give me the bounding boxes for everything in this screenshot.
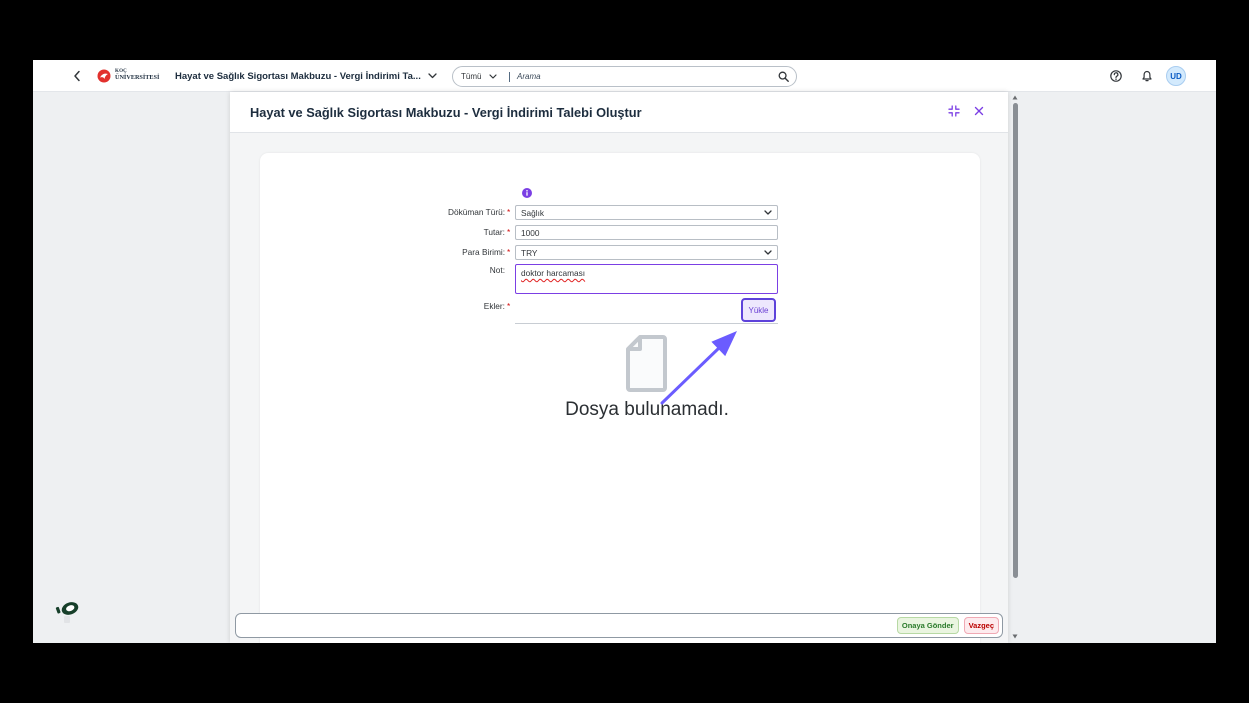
chevron-down-icon — [428, 73, 437, 79]
search-field: Tümü Arama — [452, 66, 797, 87]
search-icon[interactable] — [778, 71, 789, 82]
note-text: doktor harcaması — [521, 268, 586, 278]
scrollbar-thumb[interactable] — [1012, 103, 1018, 578]
back-button[interactable] — [70, 68, 84, 84]
dialog-title: Hayat ve Sağlık Sigortası Makbuzu - Verg… — [250, 104, 642, 120]
app-title-menu[interactable]: Hayat ve Sağlık Sigortası Makbuzu - Verg… — [175, 60, 437, 92]
note-label-text: Not: — [489, 265, 505, 275]
chevron-left-icon — [74, 70, 80, 82]
info-icon[interactable] — [522, 188, 532, 198]
university-logo-text: KOÇ ÜNİVERSİTESİ — [115, 69, 167, 81]
required-asterisk: * — [507, 227, 511, 237]
form-card: Döküman Türü:* Sağlık Tutar:* Para Birim… — [260, 153, 980, 643]
dialog-footer: Onaya Gönder Vazgeç — [235, 613, 1003, 638]
help-icon[interactable] — [1110, 70, 1122, 82]
scroll-up-arrow-icon[interactable] — [1012, 95, 1018, 100]
required-asterisk: * — [507, 301, 511, 311]
create-request-dialog: Hayat ve Sağlık Sigortası Makbuzu - Verg… — [230, 92, 1008, 643]
logo-line-2: ÜNİVERSİTESİ — [115, 74, 160, 81]
scroll-down-arrow-icon[interactable] — [1012, 634, 1018, 639]
scrollbar[interactable] — [1011, 93, 1019, 643]
search-scope-select[interactable]: Tümü — [461, 67, 498, 86]
dialog-header: Hayat ve Sağlık Sigortası Makbuzu - Verg… — [230, 92, 1008, 133]
app-title: Hayat ve Sağlık Sigortası Makbuzu - Verg… — [175, 70, 421, 82]
app-window: KOÇ ÜNİVERSİTESİ Hayat ve Sağlık Sigorta… — [33, 60, 1216, 643]
amount-label: Tutar: * — [380, 225, 511, 240]
currency-value: TRY — [521, 247, 538, 258]
note-textarea[interactable]: doktor harcaması — [515, 264, 778, 294]
university-logo-icon[interactable] — [97, 69, 113, 83]
search-placeholder: Arama — [517, 72, 541, 81]
document-icon — [626, 335, 667, 392]
required-asterisk: * — [507, 247, 511, 257]
exit-fullscreen-icon[interactable] — [948, 105, 960, 117]
chevron-down-icon — [764, 250, 772, 255]
document-type-value: Sağlık — [521, 207, 545, 218]
chevron-down-icon — [489, 74, 498, 79]
user-avatar[interactable]: UD — [1166, 66, 1186, 86]
cancel-button[interactable]: Vazgeç — [963, 617, 999, 634]
amount-label-text: Tutar: — [483, 227, 505, 237]
close-icon[interactable] — [973, 105, 985, 117]
document-type-label: Döküman Türü: * — [380, 205, 511, 220]
currency-label: Para Birimi: * — [380, 245, 511, 260]
document-type-select[interactable]: Sağlık — [515, 205, 778, 220]
search-scope-value: Tümü — [461, 72, 482, 81]
amount-input[interactable] — [515, 225, 778, 240]
required-asterisk: * — [507, 207, 511, 217]
chevron-down-icon — [764, 210, 772, 215]
note-label: Not:* — [380, 263, 511, 278]
submit-for-approval-button[interactable]: Onaya Gönder — [896, 617, 959, 634]
no-files-message: Dosya bulunamadı. — [565, 399, 729, 420]
bell-icon[interactable] — [1141, 70, 1153, 82]
attachments-toolbar: Yükle — [515, 298, 778, 324]
upload-button[interactable]: Yükle — [741, 298, 776, 322]
shell-bar: KOÇ ÜNİVERSİTESİ Hayat ve Sağlık Sigorta… — [33, 60, 1216, 92]
document-type-label-text: Döküman Türü: — [447, 207, 505, 217]
assistant-launcher-icon[interactable] — [55, 598, 81, 624]
search-separator — [509, 72, 510, 82]
currency-label-text: Para Birimi: — [462, 247, 505, 257]
attachments-label: Ekler: * — [380, 299, 511, 314]
attachments-label-text: Ekler: — [483, 301, 505, 311]
search-input[interactable]: Arama — [517, 67, 767, 86]
currency-select[interactable]: TRY — [515, 245, 778, 260]
